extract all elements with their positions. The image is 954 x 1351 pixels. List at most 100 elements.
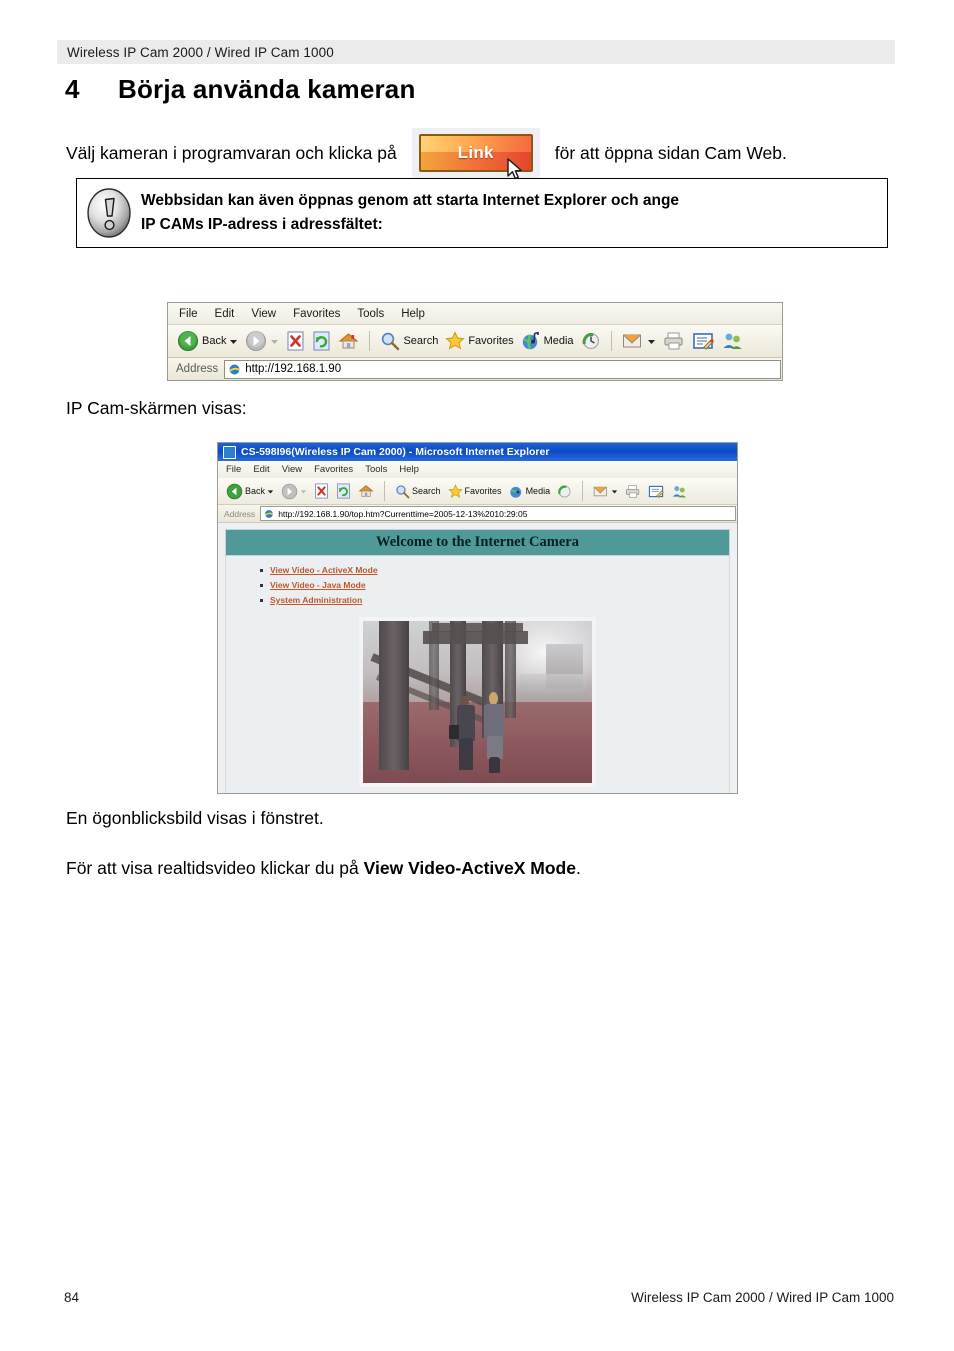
search-button-label: Search [412, 486, 441, 496]
messenger-button[interactable] [669, 483, 689, 500]
back-button[interactable]: Back [175, 329, 240, 353]
menu-item-file[interactable]: File [226, 464, 241, 475]
search-button[interactable]: Search [393, 483, 443, 500]
home-button[interactable] [356, 482, 376, 500]
mouse-cursor-icon [507, 158, 522, 180]
search-button-label: Search [403, 335, 439, 347]
camera-snapshot-image [359, 617, 596, 787]
messenger-icon [672, 485, 686, 497]
refresh-button[interactable] [334, 482, 353, 500]
menu-item-edit[interactable]: Edit [253, 464, 269, 475]
printer-icon [626, 484, 640, 498]
media-button[interactable]: Media [507, 483, 553, 500]
history-icon [558, 485, 571, 497]
menu-item-help[interactable]: Help [401, 308, 425, 320]
favorites-button[interactable]: Favorites [443, 330, 515, 352]
forward-arrow-icon [281, 483, 298, 499]
address-value: http://192.168.1.90/top.htm?Currenttime=… [278, 508, 528, 519]
chevron-down-icon[interactable] [611, 488, 618, 495]
caption-ipcam-screen: IP Cam-skärmen visas: [66, 398, 247, 418]
browser-address-bar: Address http://192.168.1.90 [168, 358, 782, 380]
refresh-button[interactable] [310, 330, 333, 352]
chevron-down-icon[interactable] [229, 337, 238, 346]
menu-item-view[interactable]: View [251, 308, 276, 320]
menu-item-tools[interactable]: Tools [357, 308, 384, 320]
refresh-icon [337, 483, 350, 499]
link-view-video-java[interactable]: View Video - Java Mode [270, 580, 366, 590]
list-item[interactable]: System Administration [260, 595, 729, 605]
edit-button[interactable] [690, 330, 716, 352]
chevron-down-icon[interactable] [300, 488, 307, 495]
address-value: http://192.168.1.90 [245, 363, 342, 375]
menu-item-edit[interactable]: Edit [215, 308, 235, 320]
menu-item-favorites[interactable]: Favorites [314, 464, 353, 475]
mail-icon [593, 486, 607, 496]
camera-snapshot-wrap [226, 617, 729, 787]
link-button-figure: Link [411, 128, 540, 180]
mail-button[interactable] [620, 330, 658, 352]
window-address-bar: Address http://192.168.1.90/top.htm?Curr… [218, 505, 737, 523]
running-header: Wireless IP Cam 2000 / Wired IP Cam 1000 [57, 40, 895, 64]
forward-button[interactable] [243, 329, 281, 353]
back-button[interactable]: Back [224, 482, 276, 501]
list-item[interactable]: View Video - Java Mode [260, 580, 729, 590]
chevron-down-icon[interactable] [647, 337, 656, 346]
history-icon [582, 333, 599, 349]
menu-item-help[interactable]: Help [399, 464, 419, 475]
print-button[interactable] [661, 330, 687, 352]
toolbar-separator [369, 331, 371, 351]
menu-item-favorites[interactable]: Favorites [293, 308, 340, 320]
back-arrow-icon [226, 483, 243, 499]
print-button[interactable] [623, 483, 643, 500]
toolbar-separator [610, 331, 612, 351]
address-input[interactable]: http://192.168.1.90 [224, 359, 781, 379]
menu-item-file[interactable]: File [179, 308, 198, 320]
ie-favicon-icon [264, 509, 274, 518]
chevron-down-icon[interactable] [270, 337, 279, 346]
camera-page-banner: Welcome to the Internet Camera [225, 529, 730, 556]
home-button[interactable] [336, 330, 361, 352]
back-button-label: Back [202, 335, 227, 347]
ie-favicon-icon [229, 364, 241, 374]
edit-page-icon [648, 485, 664, 498]
stop-button[interactable] [312, 482, 331, 500]
list-item[interactable]: View Video - ActiveX Mode [260, 565, 729, 575]
chapter-number: 4 [65, 74, 80, 104]
link-system-administration[interactable]: System Administration [270, 595, 362, 605]
printer-icon [664, 332, 683, 350]
edit-page-icon [692, 333, 714, 350]
media-globe-icon [522, 331, 539, 350]
forward-button[interactable] [279, 482, 309, 501]
history-button[interactable] [555, 483, 574, 500]
favorites-button[interactable]: Favorites [446, 483, 504, 500]
paragraph-realtime-after: . [575, 858, 581, 878]
address-input[interactable]: http://192.168.1.90/top.htm?Currenttime=… [260, 506, 736, 521]
search-icon [382, 332, 400, 351]
media-globe-icon [509, 486, 521, 498]
window-menubar: File Edit View Favorites Tools Help [218, 461, 737, 478]
mail-button[interactable] [591, 483, 620, 500]
window-title-text: CS-598I96(Wireless IP Cam 2000) - Micros… [241, 446, 550, 458]
chevron-down-icon[interactable] [267, 488, 274, 495]
camera-web-page: Welcome to the Internet Camera View Vide… [218, 523, 737, 793]
running-header-text: Wireless IP Cam 2000 / Wired IP Cam 1000 [67, 44, 334, 60]
menu-item-tools[interactable]: Tools [365, 464, 387, 475]
stop-button[interactable] [284, 330, 307, 352]
note-line-2: IP CAMs IP-adress i adressfältet: [141, 216, 383, 233]
history-button[interactable] [579, 330, 603, 352]
search-button[interactable]: Search [378, 330, 440, 352]
link-view-video-activex[interactable]: View Video - ActiveX Mode [270, 565, 378, 575]
edit-button[interactable] [646, 483, 666, 500]
forward-arrow-icon [246, 331, 267, 351]
page-title: 4 Börja använda kameran [65, 74, 895, 105]
favorites-button-label: Favorites [464, 486, 502, 496]
toolbar-separator [582, 481, 584, 501]
footer-page-number: 84 [64, 1290, 80, 1305]
menu-item-view[interactable]: View [282, 464, 302, 475]
camera-page-body: View Video - ActiveX Mode View Video - J… [225, 556, 730, 793]
chapter-title: Börja använda kameran [118, 74, 416, 104]
paragraph-realtime-bold: View Video-ActiveX Mode [363, 858, 576, 878]
address-label: Address [224, 508, 256, 519]
messenger-button[interactable] [719, 330, 745, 352]
media-button[interactable]: Media [519, 330, 576, 352]
